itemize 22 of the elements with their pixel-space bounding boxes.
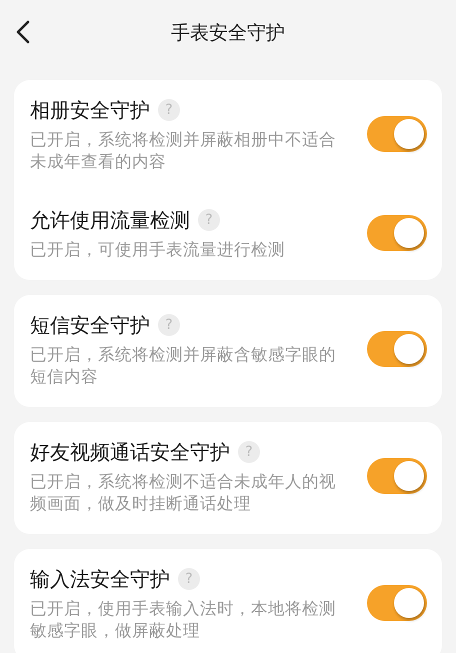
toggle-switch[interactable] <box>367 331 427 367</box>
help-icon[interactable]: ? <box>158 314 180 336</box>
page-title: 手表安全守护 <box>171 20 285 46</box>
setting-title: 短信安全守护 <box>30 312 150 338</box>
toggle-switch[interactable] <box>367 215 427 251</box>
help-icon[interactable]: ? <box>158 99 180 121</box>
setting-description: 已开启，系统将检测并屏蔽相册中不适合未成年查看的内容 <box>30 129 337 173</box>
help-icon[interactable]: ? <box>198 209 220 231</box>
back-icon <box>16 20 30 44</box>
setting-title: 输入法安全守护 <box>30 566 170 592</box>
setting-title: 好友视频通话安全守护 <box>30 438 230 466</box>
toggle-switch[interactable] <box>367 458 427 494</box>
toggle-switch[interactable] <box>367 585 427 621</box>
setting-title: 允许使用流量检测 <box>30 206 190 234</box>
setting-title: 相册安全守护 <box>30 96 150 124</box>
help-icon[interactable]: ? <box>178 568 200 590</box>
setting-description: 已开启，使用手表输入法时，本地将检测敏感字眼，做屏蔽处理 <box>30 598 337 642</box>
setting-description: 已开启，系统将检测并屏蔽含敏感字眼的短信内容 <box>30 344 337 388</box>
toggle-switch[interactable] <box>367 116 427 152</box>
setting-description: 已开启，系统将检测不适合未成年人的视频画面，做及时挂断通话处理 <box>30 471 337 515</box>
help-icon[interactable]: ? <box>238 441 260 463</box>
setting-description: 已开启，可使用手表流量进行检测 <box>30 239 286 261</box>
